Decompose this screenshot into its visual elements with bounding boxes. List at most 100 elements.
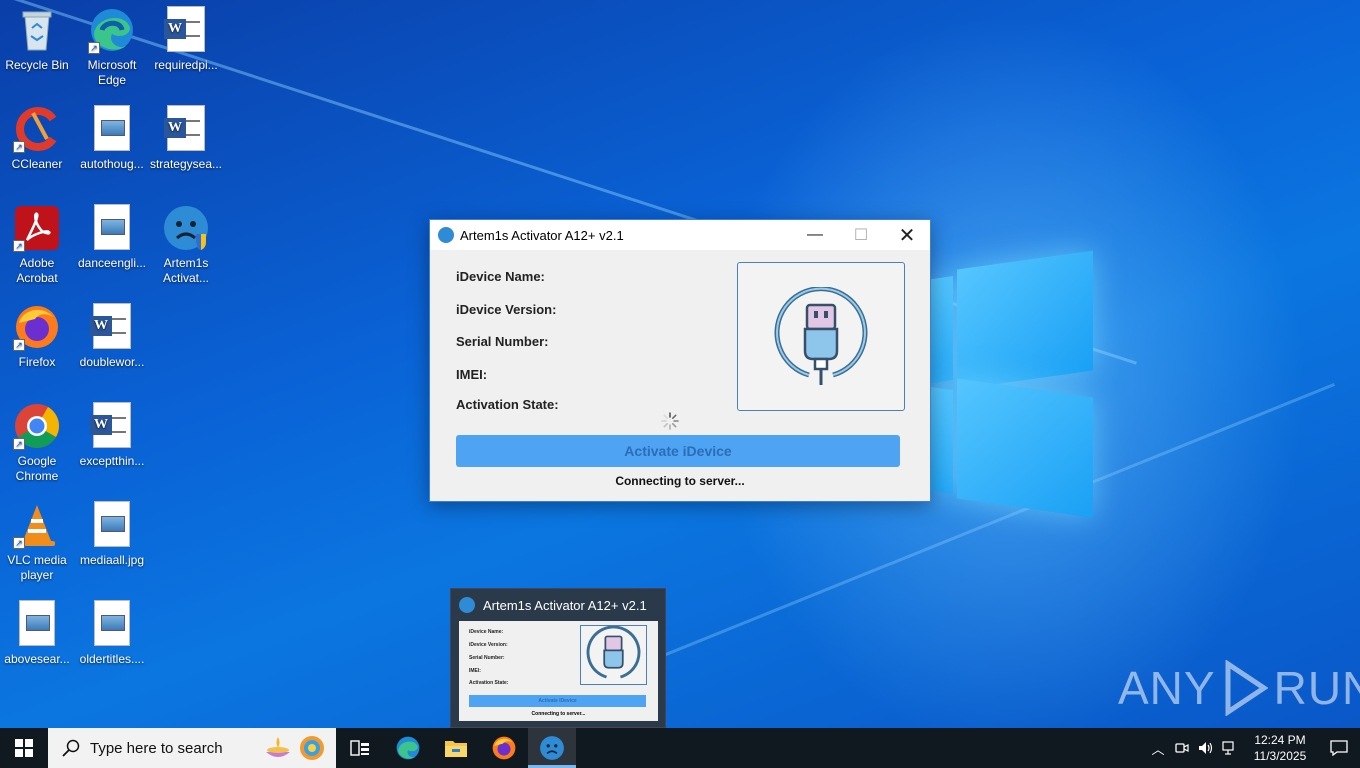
desktop-icon-microsoft-edge[interactable]: ↗ Microsoft Edge <box>75 6 149 88</box>
serial-number-label: Serial Number: <box>456 334 549 349</box>
desktop-icon-label: doublewor... <box>79 355 145 369</box>
desktop-icon-recycle-bin[interactable]: Recycle Bin <box>0 6 74 73</box>
usb-cable-icon <box>586 625 641 679</box>
loading-spinner-icon <box>661 412 679 430</box>
thumbnail-device-image-box <box>580 625 647 685</box>
meet-now-icon[interactable] <box>1170 728 1194 768</box>
edge-icon: ↗ <box>88 6 136 54</box>
word-document-icon: W <box>90 402 131 448</box>
device-name-label: iDevice Name: <box>456 269 545 284</box>
device-image-box <box>737 262 905 411</box>
desktop-icon-label: CCleaner <box>11 157 63 171</box>
thumbnail-title: Artem1s Activator A12+ v2.1 <box>483 597 647 613</box>
desktop-icon-danceengli[interactable]: danceengli... <box>75 204 149 271</box>
shortcut-arrow-icon: ↗ <box>88 42 100 54</box>
shortcut-arrow-icon: ↗ <box>13 141 25 153</box>
ccleaner-icon: ↗ <box>13 105 61 153</box>
edge-icon <box>396 736 420 760</box>
desktop-icon-firefox[interactable]: ↗ Firefox <box>0 303 74 370</box>
desktop-icon-label: autothoug... <box>80 157 144 171</box>
system-tray: ︿ 12:24 PM 11/3/2025 <box>1146 728 1360 768</box>
task-view-icon <box>350 740 369 756</box>
search-icon <box>62 739 80 757</box>
word-document-icon: W <box>90 303 131 349</box>
notification-icon <box>1330 740 1348 756</box>
desktop-icon-adobe-acrobat[interactable]: ↗ Adobe Acrobat <box>0 204 74 286</box>
clock-time: 12:24 PM <box>1254 733 1306 747</box>
activate-idevice-button[interactable]: Activate iDevice <box>456 435 900 467</box>
notifications-button[interactable] <box>1318 728 1360 768</box>
taskbar-file-explorer[interactable] <box>432 728 480 768</box>
desktop-icon-ccleaner[interactable]: ↗ CCleaner <box>0 105 74 172</box>
maximize-button[interactable]: ☐ <box>838 220 884 250</box>
image-file-icon <box>94 105 130 151</box>
watermark-left-text: ANY <box>1118 662 1216 714</box>
shortcut-arrow-icon: ↗ <box>13 339 25 351</box>
desktop: Recycle Bin ↗ CCleaner ↗ Adobe Acrobat ↗… <box>0 0 1360 728</box>
desktop-icon-mediaall[interactable]: mediaall.jpg <box>75 501 149 568</box>
windows-start-icon <box>15 739 33 757</box>
artem1s-activator-window: Artem1s Activator A12+ v2.1 — ☐ ✕ iDevic… <box>429 219 931 502</box>
thumbnail-imei-label: IMEI: <box>469 668 481 674</box>
taskbar-firefox[interactable] <box>480 728 528 768</box>
word-document-icon: W <box>164 105 205 151</box>
task-view-button[interactable] <box>336 728 384 768</box>
chrome-icon: ↗ <box>13 402 61 450</box>
thumbnail-status-text: Connecting to server... <box>531 711 586 717</box>
desktop-icon-strategysea[interactable]: W strategysea... <box>149 105 223 172</box>
usb-cable-icon <box>774 286 868 385</box>
taskbar-search-box[interactable]: Type here to search <box>48 728 336 768</box>
taskbar-thumbnail-preview[interactable]: Artem1s Activator A12+ v2.1 iDevice Name… <box>450 588 666 728</box>
shortcut-arrow-icon: ↗ <box>13 438 25 450</box>
recycle-bin-icon <box>13 6 61 54</box>
close-button[interactable]: ✕ <box>884 220 930 250</box>
clock-date: 11/3/2025 <box>1253 749 1307 763</box>
image-file-icon <box>94 501 130 547</box>
show-hidden-icons-chevron-icon[interactable]: ︿ <box>1146 728 1170 768</box>
shortcut-arrow-icon: ↗ <box>13 537 25 549</box>
thumbnail-device-version-label: iDevice Version: <box>469 642 508 648</box>
taskbar-artem1s-activator[interactable] <box>528 728 576 768</box>
thumbnail-serial-number-label: Serial Number: <box>469 655 505 661</box>
imei-label: IMEI: <box>456 367 488 382</box>
desktop-icon-label: strategysea... <box>149 157 223 171</box>
taskbar-edge[interactable] <box>384 728 432 768</box>
desktop-icon-label: exceptthin... <box>79 454 145 468</box>
desktop-icon-label: mediaall.jpg <box>79 553 145 567</box>
window-titlebar[interactable]: Artem1s Activator A12+ v2.1 — ☐ ✕ <box>430 220 930 250</box>
anyrun-watermark: ANY RUN <box>1118 656 1360 720</box>
thumbnail-device-name-label: iDevice Name: <box>469 629 504 635</box>
desktop-icon-label: danceengli... <box>77 256 147 270</box>
word-document-icon: W <box>164 6 205 52</box>
start-button[interactable] <box>0 728 48 768</box>
network-icon[interactable] <box>1218 728 1242 768</box>
thumbnail-activation-state-label: Activation State: <box>469 680 509 686</box>
status-text: Connecting to server... <box>615 474 745 488</box>
desktop-icon-doublewor[interactable]: W doublewor... <box>75 303 149 370</box>
desktop-icon-label: Artem1s Activat... <box>162 256 209 285</box>
desktop-icon-abovesear[interactable]: abovesear... <box>0 600 74 667</box>
activation-state-label: Activation State: <box>456 397 559 412</box>
desktop-icon-autothoug[interactable]: autothoug... <box>75 105 149 172</box>
app-face-icon <box>438 227 454 243</box>
desktop-icon-google-chrome[interactable]: ↗ Google Chrome <box>0 402 74 484</box>
window-title: Artem1s Activator A12+ v2.1 <box>460 227 624 243</box>
desktop-icon-label: VLC media player <box>7 553 67 582</box>
minimize-button[interactable]: — <box>792 220 838 250</box>
desktop-icon-requiredpi[interactable]: W requiredpi... <box>149 6 223 73</box>
play-logo-icon <box>1225 660 1268 716</box>
desktop-icon-label: abovesear... <box>4 652 70 666</box>
app-face-icon <box>459 597 475 613</box>
thumbnail-window-preview: iDevice Name: iDevice Version: Serial Nu… <box>459 621 658 721</box>
watermark-right-text: RUN <box>1273 662 1360 714</box>
desktop-icon-label: requiredpi... <box>154 58 218 72</box>
desktop-icon-exceptthin[interactable]: W exceptthin... <box>75 402 149 469</box>
taskbar-clock[interactable]: 12:24 PM 11/3/2025 <box>1242 732 1318 764</box>
desktop-icon-oldertitles[interactable]: oldertitles.... <box>75 600 149 667</box>
windows-logo-wallpaper <box>925 250 1095 518</box>
desktop-icon-artem1s-activat[interactable]: Artem1s Activat... <box>149 204 223 286</box>
desktop-icon-vlc[interactable]: ↗ VLC media player <box>0 501 74 583</box>
volume-icon[interactable] <box>1194 728 1218 768</box>
shortcut-arrow-icon: ↗ <box>13 240 25 252</box>
desktop-icon-label: Firefox <box>18 355 56 369</box>
